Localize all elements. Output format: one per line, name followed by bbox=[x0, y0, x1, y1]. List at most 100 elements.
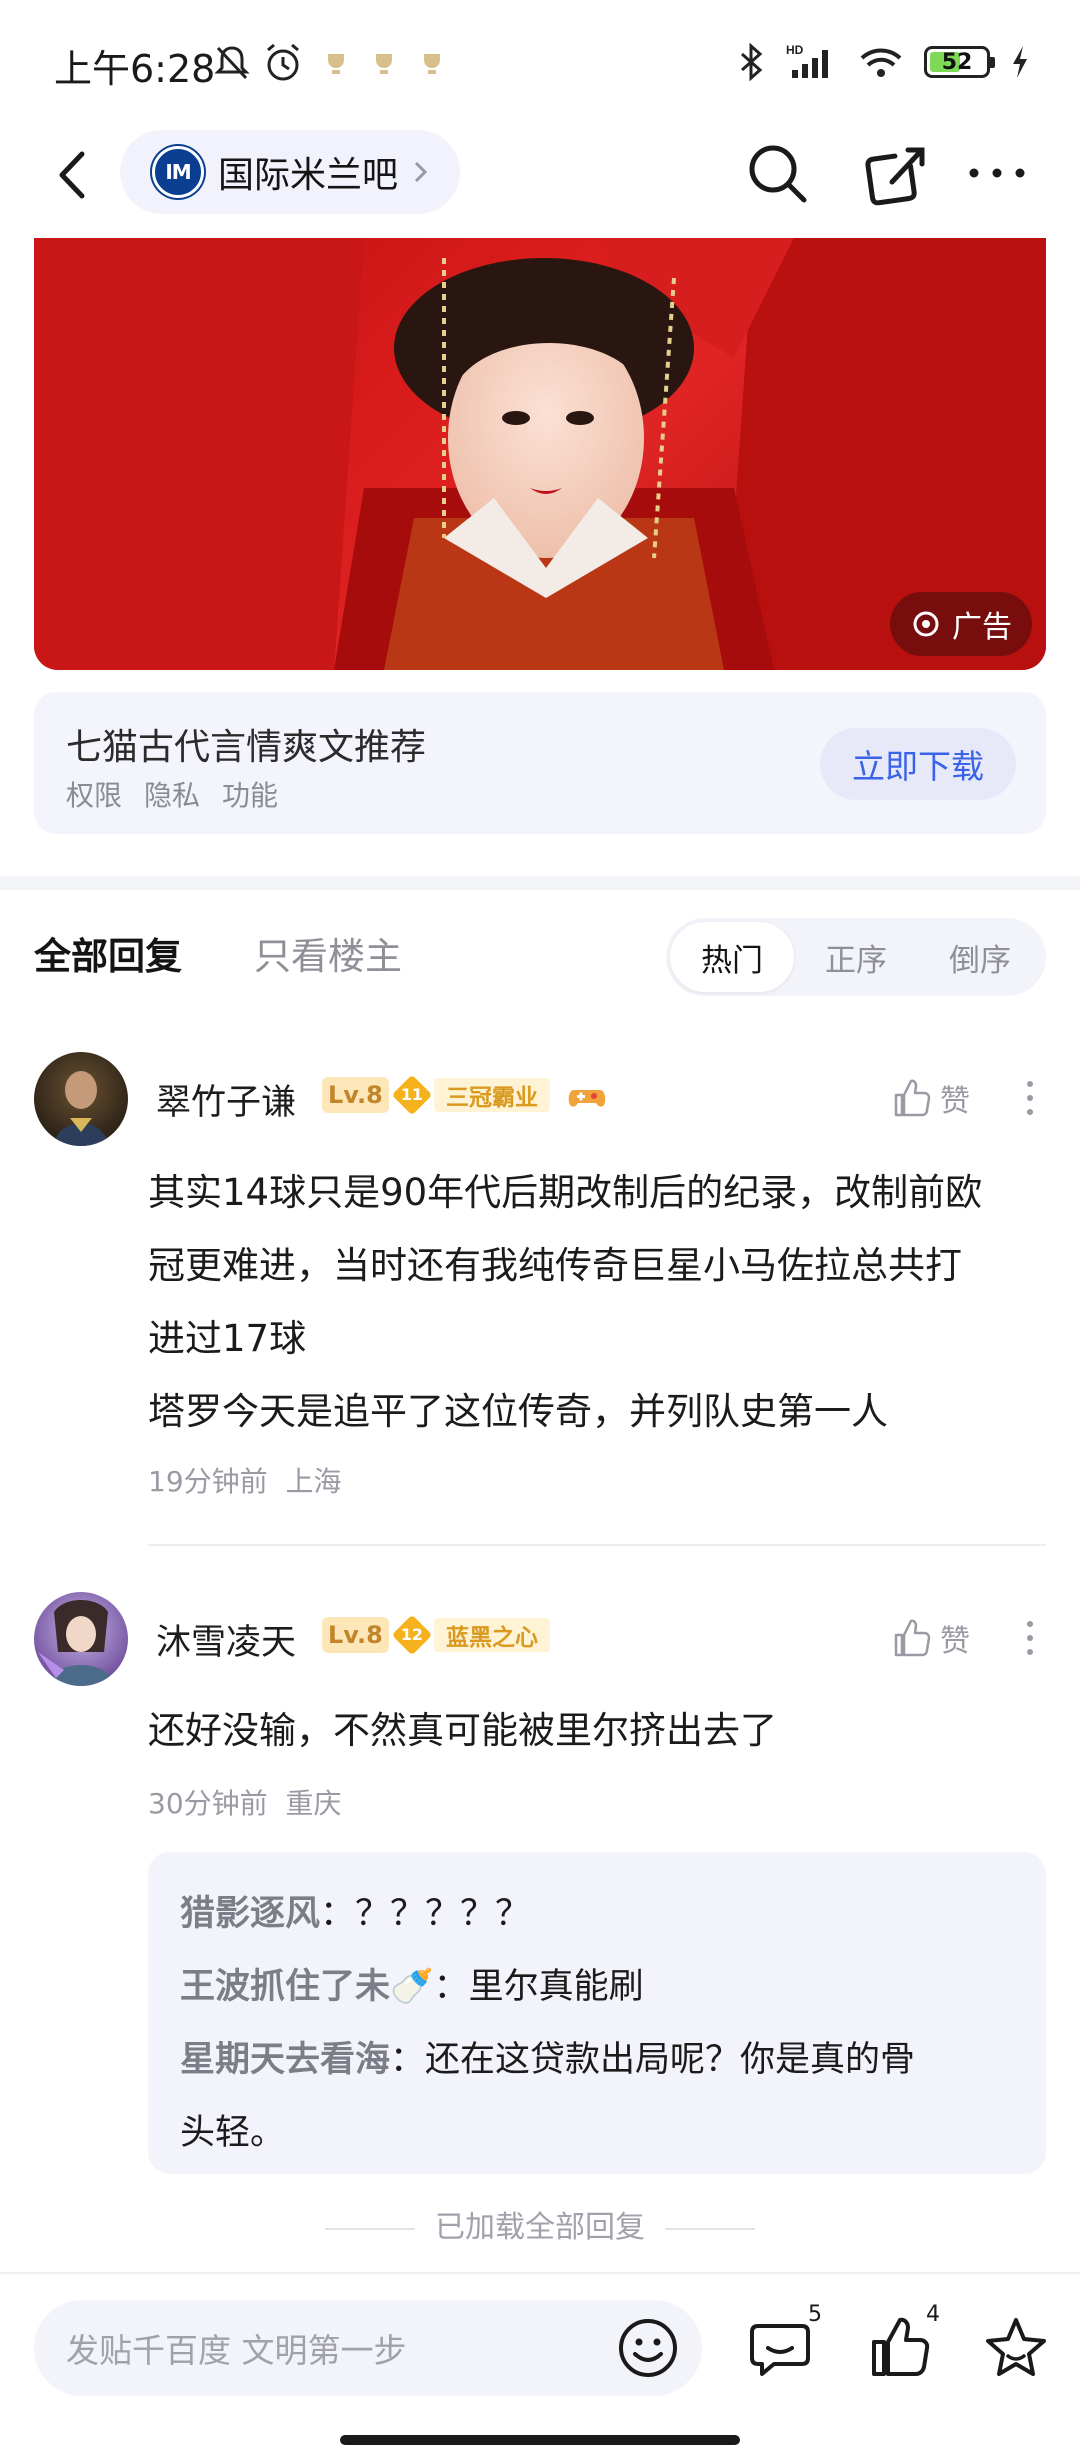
tab-all-replies[interactable]: 全部回复 bbox=[34, 926, 182, 980]
ad-badge-label: 广告 bbox=[952, 610, 1012, 645]
ad-links: 权限 隐私 功能 bbox=[66, 774, 278, 814]
sub-reply-text: 还在这贷款出局呢？你是真的骨 bbox=[425, 2040, 916, 2080]
alarm-icon bbox=[267, 43, 299, 81]
signal-icon: HD bbox=[786, 43, 828, 78]
sub-reply-author[interactable]: 猎影逐风 bbox=[180, 1894, 320, 1934]
sort-descending[interactable]: 倒序 bbox=[918, 922, 1042, 992]
status-bar: 上午6:28 HD 52 bbox=[0, 0, 1080, 120]
honor-gem-icon: 11 bbox=[391, 1074, 433, 1116]
username[interactable]: 沐雪凌天 bbox=[156, 1614, 296, 1665]
search-icon[interactable] bbox=[742, 138, 812, 208]
comment-icon[interactable] bbox=[744, 2312, 816, 2384]
loaded-all-notice: 已加载全部回复 bbox=[0, 2202, 1080, 2246]
sub-reply: 王波抓住了未🍼：里尔真能刷 bbox=[180, 1967, 644, 2007]
sub-replies[interactable]: 猎影逐风：？？？？？ 王波抓住了未🍼：里尔真能刷 星期天去看海：还在这贷款出局呢… bbox=[148, 1852, 1046, 2174]
mute-bell-icon bbox=[214, 46, 250, 80]
star-favorite-icon[interactable] bbox=[980, 2312, 1052, 2384]
sub-reply: 猎影逐风：？？？？？ bbox=[180, 1894, 531, 1934]
comment-line: 塔罗今天是追平了这位传奇，并列队史第一人 bbox=[148, 1390, 888, 1433]
comment-line: 还好没输，不然真可能被里尔挤出去了 bbox=[148, 1709, 777, 1752]
charging-bolt-icon bbox=[1013, 46, 1027, 78]
forum-name: 国际米兰吧 bbox=[218, 155, 399, 196]
status-time: 上午6:28 bbox=[54, 47, 216, 91]
reply-tabs: 全部回复 只看楼主 热门 正序 倒序 bbox=[0, 890, 1080, 1010]
forum-link[interactable]: IM 国际米兰吧 bbox=[120, 130, 461, 214]
comment-location: 重庆 bbox=[285, 1787, 342, 1820]
ad-link-features[interactable]: 功能 bbox=[222, 774, 278, 814]
honor-gem-icon: 12 bbox=[391, 1614, 433, 1656]
username[interactable]: 翠竹子谦 bbox=[156, 1074, 296, 1125]
comment-location: 上海 bbox=[285, 1465, 342, 1498]
ad-image[interactable]: 广告 bbox=[34, 238, 1046, 670]
comment-line: 冠更难进，当时还有我纯传奇巨星小马佐拉总共打 bbox=[148, 1244, 962, 1287]
level-badge: Lv.8 bbox=[322, 1077, 389, 1113]
sub-reply: 星期天去看海：还在这贷款出局呢？你是真的骨 bbox=[180, 2040, 916, 2080]
ad-badge[interactable]: 广告 bbox=[890, 592, 1032, 656]
comment-body: 还好没输，不然真可能被里尔挤出去了 bbox=[148, 1694, 1048, 1767]
level-badge: Lv.8 bbox=[322, 1617, 389, 1653]
battery-indicator: 52 bbox=[924, 46, 995, 78]
ad-card[interactable]: 七猫古代言情爽文推荐 权限 隐私 功能 立即下载 bbox=[34, 692, 1046, 834]
honor-badge[interactable]: 11 三冠霸业 bbox=[391, 1074, 550, 1116]
home-indicator[interactable] bbox=[340, 2435, 740, 2445]
ad-link-privacy[interactable]: 隐私 bbox=[144, 774, 200, 814]
status-right-group: HD 52 bbox=[736, 40, 1030, 84]
sort-ascending[interactable]: 正序 bbox=[794, 922, 918, 992]
honor-badge[interactable]: 12 蓝黑之心 bbox=[391, 1614, 550, 1656]
emoji-icon[interactable] bbox=[614, 2314, 682, 2382]
honor-title: 三冠霸业 bbox=[434, 1078, 550, 1112]
ad-title: 七猫古代言情爽文推荐 bbox=[66, 727, 427, 768]
sub-reply-text: ？？？？？ bbox=[355, 1894, 531, 1934]
comment-more-icon[interactable] bbox=[1020, 1078, 1040, 1118]
avatar-portrait bbox=[54, 1071, 108, 1146]
bottom-bar: 发贴千百度 文明第一步 5 4 bbox=[0, 2272, 1080, 2460]
comment-time: 30分钟前 bbox=[148, 1787, 268, 1820]
avatar-portrait bbox=[38, 1600, 114, 1686]
sub-reply-continued: 头轻。 bbox=[180, 2113, 286, 2153]
chevron-right-icon bbox=[414, 161, 428, 183]
comment-time: 19分钟前 bbox=[148, 1465, 268, 1498]
trophy-icon bbox=[424, 54, 440, 74]
more-options-icon[interactable] bbox=[962, 138, 1032, 208]
like-label: 赞 bbox=[940, 1084, 970, 1119]
honor-title: 蓝黑之心 bbox=[434, 1618, 550, 1652]
ad-download-button[interactable]: 立即下载 bbox=[820, 728, 1016, 800]
sub-reply-author[interactable]: 王波抓住了未🍼 bbox=[180, 1967, 434, 2007]
avatar[interactable] bbox=[34, 1052, 128, 1146]
ad-link-permissions[interactable]: 权限 bbox=[66, 774, 122, 814]
ad-photo-illustration bbox=[34, 238, 1046, 670]
sort-hot[interactable]: 热门 bbox=[670, 922, 794, 992]
back-arrow-icon[interactable] bbox=[40, 140, 110, 210]
ad-target-icon bbox=[913, 611, 939, 637]
post-input-placeholder: 发贴千百度 文明第一步 bbox=[66, 2331, 407, 2370]
section-separator bbox=[0, 876, 1080, 890]
wifi-icon bbox=[860, 48, 902, 77]
battery-level: 52 bbox=[941, 49, 973, 75]
bluetooth-icon bbox=[741, 42, 763, 82]
comment-meta: 19分钟前 上海 bbox=[148, 1460, 341, 1500]
comment-divider bbox=[148, 1544, 1046, 1546]
post-input[interactable]: 发贴千百度 文明第一步 bbox=[34, 2300, 702, 2396]
comment-body: 其实14球只是90年代后期改制后的纪录，改制前欧 冠更难进，当时还有我纯传奇巨星… bbox=[148, 1156, 1048, 1448]
comment-count: 5 bbox=[808, 2302, 822, 2327]
avatar[interactable] bbox=[34, 1592, 128, 1686]
thumbs-up-icon bbox=[894, 1619, 931, 1657]
like-count: 4 bbox=[926, 2302, 940, 2327]
trophy-icon bbox=[376, 54, 392, 74]
comment-line: 进过17球 bbox=[148, 1317, 307, 1360]
like-button[interactable]: 赞 bbox=[890, 1616, 970, 1660]
comment-line: 其实14球只是90年代后期改制后的纪录，改制前欧 bbox=[148, 1171, 983, 1214]
sub-reply-author[interactable]: 星期天去看海 bbox=[180, 2040, 390, 2080]
like-label: 赞 bbox=[940, 1624, 970, 1659]
gamepad-icon bbox=[568, 1090, 606, 1107]
thumbs-up-icon bbox=[894, 1079, 931, 1117]
comment-meta: 30分钟前 重庆 bbox=[148, 1782, 341, 1822]
like-button[interactable]: 赞 bbox=[890, 1076, 970, 1120]
sub-reply-text: 里尔真能刷 bbox=[468, 1967, 644, 2007]
comment-more-icon[interactable] bbox=[1020, 1618, 1040, 1658]
svg-text:HD: HD bbox=[786, 43, 804, 57]
share-icon[interactable] bbox=[862, 138, 932, 208]
tab-op-only[interactable]: 只看楼主 bbox=[254, 926, 402, 980]
sort-selector: 热门 正序 倒序 bbox=[666, 918, 1046, 996]
trophy-icon bbox=[328, 54, 344, 74]
